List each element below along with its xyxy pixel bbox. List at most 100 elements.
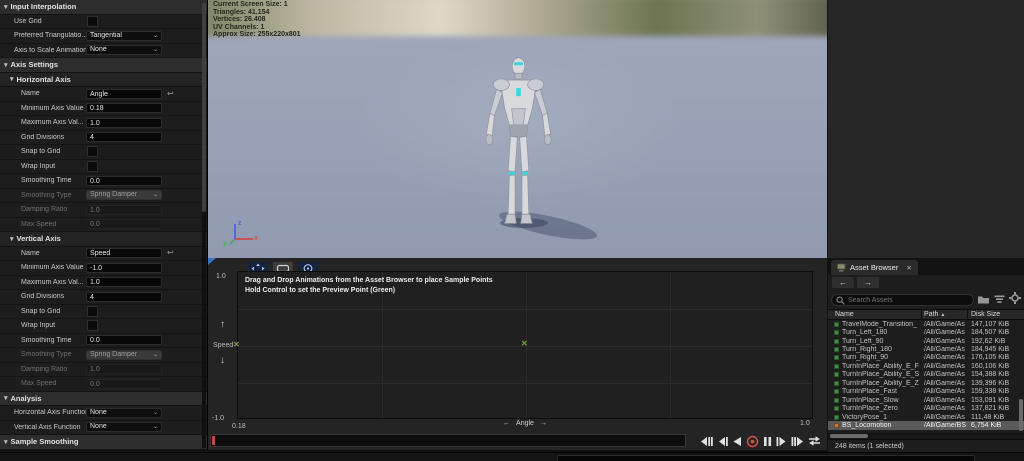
asset-row[interactable]: TurnInPlace_Zero/All/Game/As 137,821 KiB — [828, 404, 1024, 412]
v-axis-name-input[interactable]: Speed — [86, 248, 162, 259]
property-row-v-min: Minimum Axis Value -1.0 — [0, 261, 207, 276]
scrollbar-thumb[interactable] — [1019, 399, 1023, 431]
asset-row[interactable]: TurnInPlace_Fast/All/Game/As 159,338 KiB — [828, 388, 1024, 396]
folder-icon[interactable] — [977, 291, 990, 309]
stat-vertices: Vertices: 26.408 — [213, 16, 266, 24]
loop-button[interactable] — [808, 435, 821, 447]
h-axis-name-input[interactable]: Angle — [86, 88, 162, 99]
filter-icon[interactable] — [994, 291, 1005, 309]
preview-point-marker[interactable]: ✕ — [521, 340, 528, 348]
v-snap-to-grid-checkbox[interactable] — [87, 305, 98, 317]
scrollbar-thumb[interactable] — [202, 2, 206, 212]
close-icon[interactable]: ✕ — [906, 264, 911, 272]
h-smoothing-time-input[interactable]: 0.0 — [86, 175, 162, 186]
hint-line-2: Hold Control to set the Preview Point (G… — [245, 286, 396, 294]
asset-list-vscrollbar[interactable] — [1019, 320, 1023, 433]
h-max-speed-input[interactable]: 0.0 — [86, 219, 162, 230]
property-row-v-wrap: Wrap Input — [0, 319, 207, 334]
section-header-sample-smoothing[interactable]: ▾ Sample Smoothing — [0, 435, 207, 450]
property-label: Maximum Axis Val... — [21, 119, 84, 127]
anim-sequence-icon — [834, 347, 839, 353]
axis-to-scale-dropdown[interactable]: None ⌄ — [86, 45, 162, 56]
h-grid-divisions-input[interactable]: 4 — [86, 132, 162, 143]
section-header-horizontal-axis[interactable]: ▾ Horizontal Axis — [0, 72, 207, 87]
column-header-name[interactable]: Name — [828, 310, 922, 319]
scrollbar-thumb[interactable] — [830, 434, 868, 438]
details-scrollbar[interactable] — [202, 2, 206, 448]
asset-row[interactable]: Turn_Right_180/All/Game/As 184,945 KiB — [828, 345, 1024, 353]
column-header-disk-size[interactable]: Disk Size — [968, 311, 1024, 318]
asset-row[interactable]: Turn_Right_90/All/Game/As 176,105 KiB — [828, 354, 1024, 362]
section-header-analysis[interactable]: ▾ Analysis — [0, 391, 207, 406]
v-grid-divisions-input[interactable]: 4 — [86, 291, 162, 302]
asset-list-hscrollbar[interactable] — [828, 433, 1024, 439]
skip-to-front-button[interactable] — [700, 436, 713, 447]
v-min-axis-value-input[interactable]: -1.0 — [86, 262, 162, 273]
v-max-speed-input[interactable]: 0.0 — [86, 378, 162, 389]
preview-viewport[interactable]: Current Screen Size: 1 Triangles: 41.154… — [208, 0, 827, 258]
section-title: Vertical Axis — [16, 234, 61, 244]
gear-icon[interactable] — [1009, 291, 1021, 309]
asset-row[interactable]: TurnInPlace_Slow/All/Game/As 153,091 KiB — [828, 396, 1024, 404]
playhead-marker[interactable] — [212, 436, 215, 445]
h-wrap-input-checkbox[interactable] — [87, 160, 98, 172]
vertical-axis-function-dropdown[interactable]: None ⌄ — [86, 422, 162, 433]
asset-list: TravelMode_Transition_/All/Game/As 147,10… — [828, 320, 1024, 433]
step-backward-button[interactable] — [717, 436, 728, 447]
property-label: Grid Divisions — [21, 133, 65, 141]
caret-down-icon: ▾ — [4, 438, 8, 446]
section-header-input-interpolation[interactable]: ▾ Input Interpolation — [0, 0, 207, 15]
asset-row[interactable]: Turn_Left_90/All/Game/As 192,62 KiB — [828, 337, 1024, 345]
v-smoothing-type-dropdown[interactable]: Spring Damper ⌄ — [86, 349, 162, 360]
v-wrap-input-checkbox[interactable] — [87, 320, 98, 332]
h-snap-to-grid-checkbox[interactable] — [87, 146, 98, 158]
search-box[interactable] — [831, 294, 974, 306]
property-row-use-grid: Use Grid — [0, 14, 207, 29]
reset-to-default-icon[interactable]: ↩ — [167, 249, 174, 257]
h-smoothing-type-dropdown[interactable]: Spring Damper ⌄ — [86, 190, 162, 201]
asset-row[interactable]: TurnInPlace_Ability_E_Z/All/Game/As 139,3… — [828, 379, 1024, 387]
section-header-axis-settings[interactable]: ▾ Axis Settings — [0, 58, 207, 73]
property-label: Maximum Axis Val... — [21, 278, 84, 286]
viewport-stats: Current Screen Size: 1 Triangles: 41.154… — [213, 1, 301, 39]
search-input[interactable] — [848, 296, 969, 304]
asset-row[interactable]: TurnInPlace_Ability_E_F/All/Game/As 160,1… — [828, 362, 1024, 370]
stat-approx-size: Approx Size: 255x220x801 — [213, 31, 301, 39]
column-header-path[interactable]: Path ▲ — [922, 310, 968, 319]
asset-row[interactable]: TravelMode_Transition_/All/Game/As 147,10… — [828, 320, 1024, 328]
asset-count-status: 248 items (1 selected) — [828, 439, 1024, 452]
asset-browser-panel: Asset Browser ✕ ← → Name Path▲ Disk Size — [828, 258, 1024, 452]
search-actions — [977, 291, 1021, 309]
forward-button[interactable]: → — [857, 277, 879, 288]
asset-row[interactable]: Turn_Left_180/All/Game/As 184,507 KiB — [828, 328, 1024, 336]
h-damping-ratio-input[interactable]: 1.0 — [86, 204, 162, 215]
record-button[interactable] — [746, 435, 759, 448]
property-row-h-max: Maximum Axis Val... 1.0 — [0, 116, 207, 131]
asset-row[interactable]: TurnInPlace_Ability_E_S/All/Game/As 154,3… — [828, 371, 1024, 379]
asset-row-selected[interactable]: BS_Locomotion/All/Game/BS 6,754 KiB — [828, 421, 1024, 430]
section-header-vertical-axis[interactable]: ▾ Vertical Axis — [0, 232, 207, 247]
playback-timeline[interactable] — [210, 434, 686, 447]
step-forward-button[interactable] — [776, 436, 787, 447]
play-reverse-button[interactable] — [732, 436, 742, 447]
h-min-axis-value-input[interactable]: 0.18 — [86, 103, 162, 114]
use-grid-checkbox[interactable] — [87, 15, 98, 27]
arrow-left-icon: ← — [503, 420, 511, 427]
v-damping-ratio-input[interactable]: 1.0 — [86, 364, 162, 375]
preferred-triangulation-dropdown[interactable]: Tangential ⌄ — [86, 30, 162, 41]
property-row-v-snap: Snap to Grid — [0, 304, 207, 319]
back-button[interactable]: ← — [832, 277, 854, 288]
property-label: Axis to Scale Animation — [14, 46, 86, 54]
reset-to-default-icon[interactable]: ↩ — [167, 89, 174, 98]
asset-row[interactable]: VictoryPose_1/All/Game/As 111,48 KiB — [828, 413, 1024, 421]
anim-sequence-icon — [834, 389, 839, 395]
tab-asset-browser[interactable]: Asset Browser ✕ — [831, 260, 918, 275]
search-icon — [836, 295, 845, 305]
v-smoothing-time-input[interactable]: 0.0 — [86, 335, 162, 346]
pause-button[interactable] — [763, 436, 772, 447]
v-max-axis-value-input[interactable]: 1.0 — [86, 277, 162, 288]
h-max-axis-value-input[interactable]: 1.0 — [86, 117, 162, 128]
section-title: Sample Smoothing — [10, 437, 79, 447]
horizontal-axis-function-dropdown[interactable]: None ⌄ — [86, 407, 162, 418]
skip-to-end-button[interactable] — [791, 436, 804, 447]
